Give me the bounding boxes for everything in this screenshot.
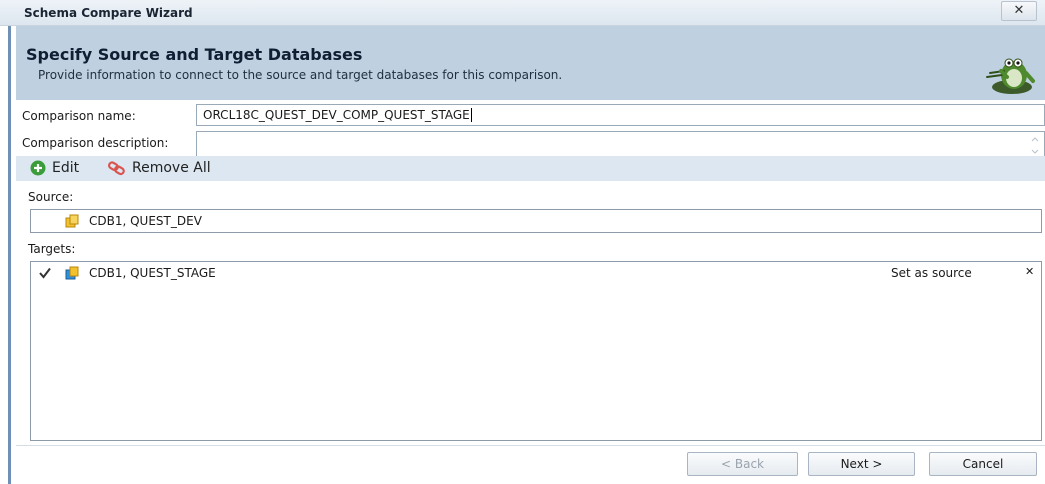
set-as-source-link[interactable]: Set as source (891, 266, 972, 280)
comparison-name-value: ORCL18C_QUEST_DEV_COMP_QUEST_STAGE (203, 108, 470, 122)
comparison-name-input[interactable]: ORCL18C_QUEST_DEV_COMP_QUEST_STAGE (196, 104, 1045, 126)
source-database-name[interactable]: CDB1, QUEST_DEV (89, 214, 202, 228)
database-target-icon (65, 266, 79, 280)
scroll-arrows-icon (1031, 137, 1039, 154)
schema-compare-wizard-window: Schema Compare Wizard ✕ Specify Source a… (0, 0, 1045, 484)
remove-target-icon[interactable]: ✕ (1025, 265, 1034, 278)
page-subtitle: Provide information to connect to the so… (38, 68, 563, 82)
cancel-button[interactable]: Cancel (929, 452, 1037, 476)
comparison-description-input[interactable] (196, 131, 1045, 157)
cancel-button-label: Cancel (962, 457, 1004, 471)
edit-button[interactable]: Edit (30, 160, 79, 176)
source-box: CDB1, QUEST_DEV (30, 209, 1042, 233)
source-label: Source: (28, 190, 74, 204)
back-button-label: < Back (720, 457, 764, 471)
close-button[interactable]: ✕ (1001, 1, 1037, 21)
target-database-name: CDB1, QUEST_STAGE (89, 266, 216, 280)
next-button-label: Next > (840, 457, 883, 471)
remove-links-icon (108, 161, 125, 176)
back-button[interactable]: < Back (687, 452, 798, 476)
target-row[interactable]: CDB1, QUEST_STAGE Set as source ✕ (31, 262, 1041, 284)
checkmark-icon[interactable] (39, 267, 51, 279)
frog-mascot-icon (986, 58, 1035, 94)
remove-all-button[interactable]: Remove All (108, 160, 211, 176)
window-title: Schema Compare Wizard (24, 6, 193, 20)
next-button[interactable]: Next > (808, 452, 915, 476)
targets-label: Targets: (28, 242, 76, 256)
database-icon (65, 214, 79, 228)
remove-all-label: Remove All (132, 160, 211, 176)
edit-label: Edit (52, 160, 80, 176)
page-title: Specify Source and Target Databases (26, 45, 363, 64)
footer-divider (16, 445, 1045, 446)
window-left-border (8, 26, 11, 484)
targets-toolbar: Edit Remove All (16, 156, 1045, 181)
comparison-description-label: Comparison description: (22, 136, 169, 150)
wizard-header: Specify Source and Target Databases Prov… (16, 26, 1045, 100)
targets-list: CDB1, QUEST_STAGE Set as source ✕ (30, 261, 1042, 441)
add-circle-icon (30, 160, 46, 176)
comparison-name-label: Comparison name: (22, 109, 136, 123)
title-bar: Schema Compare Wizard ✕ (0, 0, 1045, 26)
close-icon: ✕ (1013, 3, 1025, 18)
